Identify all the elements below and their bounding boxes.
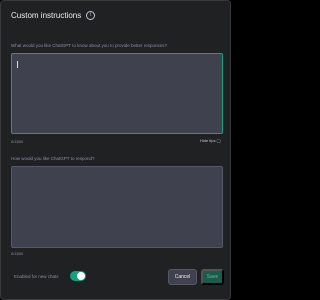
- about-you-input[interactable]: [11, 53, 223, 134]
- cancel-button[interactable]: Cancel: [168, 269, 197, 285]
- response-style-input[interactable]: [11, 166, 223, 248]
- info-icon[interactable]: i: [86, 11, 96, 20]
- text-cursor: [17, 61, 18, 68]
- hide-tips-label: Hide tips: [199, 138, 216, 143]
- enabled-toggle[interactable]: [70, 271, 86, 281]
- enabled-for-new-chats-label: Enabled for new chats: [14, 274, 59, 279]
- response-style-label: How would you like ChatGPT to respond?: [11, 156, 95, 161]
- response-style-counter: 0/1500: [11, 251, 24, 256]
- hide-tips-button[interactable]: Hide tips ◯: [200, 138, 221, 143]
- about-you-label: What would you like ChatGPT to know abou…: [11, 43, 168, 48]
- tips-icon: ◯: [216, 138, 221, 143]
- dialog-title-text: Custom instructions: [11, 11, 82, 20]
- dialog-title: Custom instructions i: [11, 11, 96, 20]
- about-you-counter: 0/1500: [11, 139, 24, 144]
- custom-instructions-dialog: Custom instructions i What would you lik…: [0, 0, 231, 300]
- save-button[interactable]: Save: [201, 269, 224, 285]
- toggle-knob: [77, 272, 85, 280]
